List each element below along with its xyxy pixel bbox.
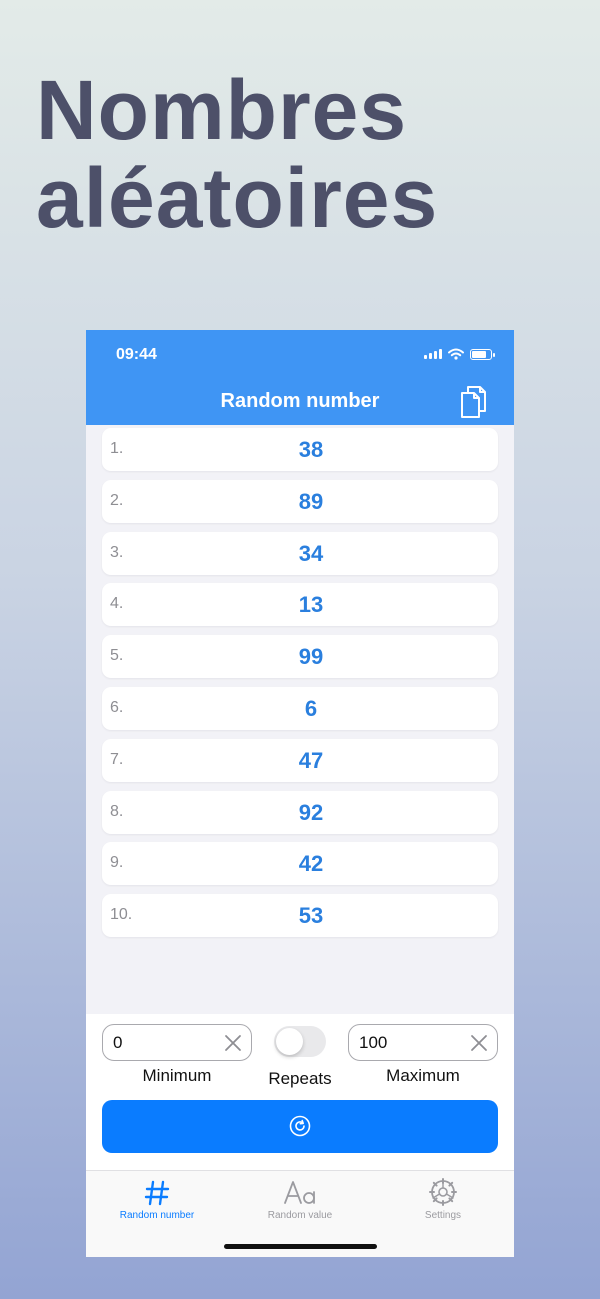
copy-button[interactable] — [458, 384, 490, 420]
result-value: 89 — [298, 488, 324, 514]
clear-maximum-icon[interactable] — [469, 1033, 489, 1053]
repeats-label: Repeats — [268, 1069, 332, 1088]
cellular-signal-icon — [424, 349, 442, 359]
promo-title-line2: aléatoires — [36, 151, 439, 245]
maximum-field[interactable] — [348, 1024, 498, 1061]
toggle-knob — [276, 1028, 303, 1055]
phone-screen: 09:44 Random number 1. 38 2. 89 3. 34 4.… — [86, 330, 514, 1257]
result-row[interactable]: 8. 92 — [102, 790, 498, 834]
status-time: 09:44 — [116, 346, 157, 363]
wifi-icon — [448, 348, 464, 360]
hash-icon — [86, 1171, 228, 1207]
tab-label: Settings — [424, 1210, 462, 1221]
result-value: 53 — [298, 903, 324, 929]
tab-settings[interactable]: Settings — [372, 1171, 514, 1231]
minimum-field[interactable] — [102, 1024, 252, 1061]
result-value: 6 — [304, 695, 318, 721]
refresh-icon — [289, 1115, 311, 1137]
clear-minimum-icon[interactable] — [223, 1033, 243, 1053]
result-row[interactable]: 5. 99 — [102, 635, 498, 679]
promo-title: Nombres aléatoires — [36, 66, 438, 242]
result-row[interactable]: 4. 13 — [102, 583, 498, 627]
gear-icon — [372, 1171, 514, 1207]
text-aa-icon — [229, 1171, 371, 1207]
maximum-input[interactable] — [359, 1033, 459, 1053]
result-row[interactable]: 7. 47 — [102, 738, 498, 782]
tab-random-value[interactable]: Random value — [229, 1171, 371, 1231]
result-row[interactable]: 3. 34 — [102, 531, 498, 575]
result-row[interactable]: 2. 89 — [102, 479, 498, 523]
result-row[interactable]: 9. 42 — [102, 842, 498, 886]
app-header: 09:44 Random number — [86, 330, 514, 425]
nav-title: Random number — [220, 390, 380, 412]
result-row[interactable]: 1. 38 — [102, 428, 498, 471]
result-value: 34 — [298, 540, 324, 566]
minimum-label: Minimum — [142, 1066, 212, 1085]
home-indicator — [224, 1244, 377, 1249]
maximum-label: Maximum — [386, 1066, 460, 1085]
minimum-input[interactable] — [113, 1033, 213, 1053]
result-row[interactable]: 6. 6 — [102, 686, 498, 730]
range-controls: Minimum Repeats Maximum — [86, 1014, 514, 1170]
tab-bar: Random number Random value Settings — [86, 1170, 514, 1257]
battery-icon — [470, 348, 495, 360]
promo-title-line1: Nombres — [36, 63, 408, 157]
results-list: 1. 38 2. 89 3. 34 4. 13 5. 99 6. 6 7. 47 8. 92 9… — [102, 428, 498, 946]
repeats-toggle[interactable] — [274, 1026, 326, 1057]
result-value: 42 — [298, 851, 324, 877]
result-value: 92 — [298, 799, 324, 825]
result-value: 13 — [298, 592, 324, 618]
copy-icon — [461, 386, 486, 418]
result-value: 99 — [298, 644, 324, 670]
result-value: 38 — [298, 437, 324, 462]
result-row[interactable]: 10. 53 — [102, 894, 498, 938]
generate-button[interactable] — [102, 1100, 498, 1153]
result-value: 47 — [298, 747, 324, 773]
tab-label: Random value — [267, 1210, 333, 1221]
tab-random-number[interactable]: Random number — [86, 1171, 228, 1231]
tab-label: Random number — [119, 1210, 195, 1221]
status-icons — [424, 348, 495, 360]
